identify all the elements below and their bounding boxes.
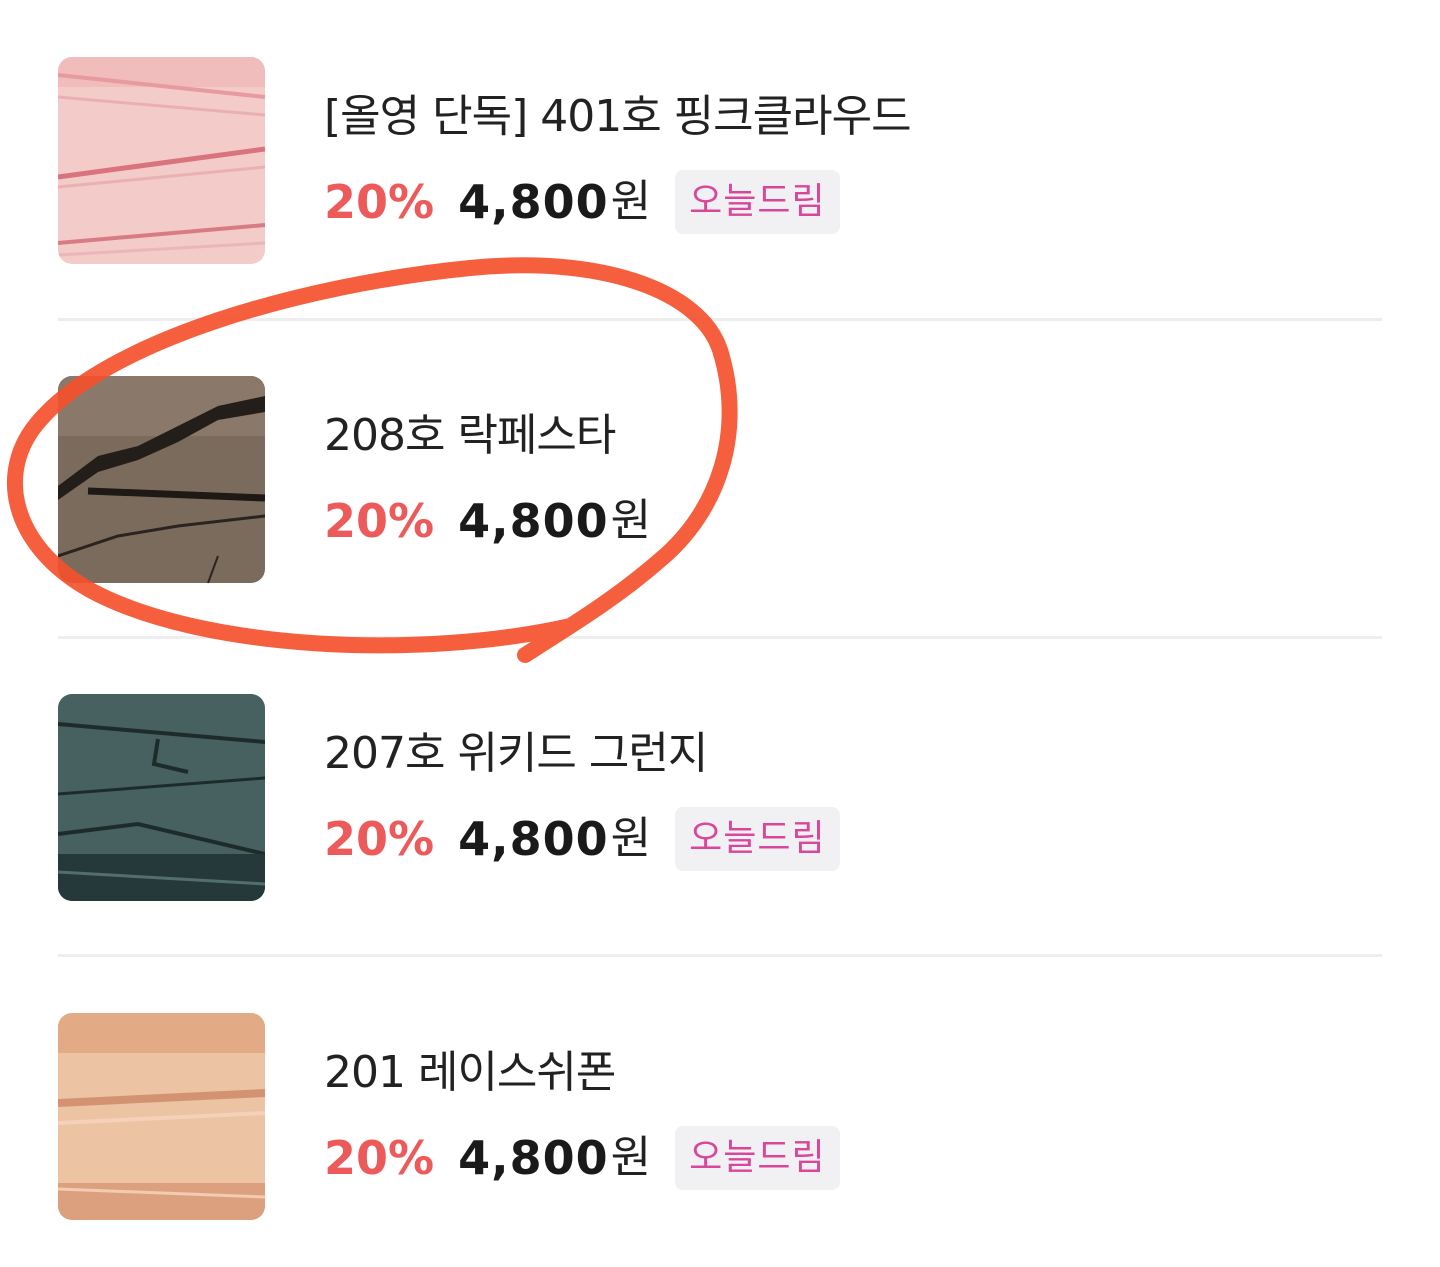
today-delivery-badge: 오늘드림: [675, 170, 840, 234]
divider: [58, 636, 1382, 639]
currency-unit: 원: [610, 176, 652, 227]
swatch-image: [58, 694, 265, 901]
swatch-image: [58, 376, 265, 583]
currency-unit: 원: [610, 495, 652, 546]
product-name[interactable]: 207호 위키드 그런지: [324, 724, 708, 784]
swatch-image: [58, 1013, 265, 1220]
currency-unit: 원: [610, 1132, 652, 1183]
discount-rate: 20%: [324, 494, 435, 548]
sale-price: 4,800: [458, 494, 609, 548]
sale-price: 4,800: [458, 1131, 609, 1185]
discount-rate: 20%: [324, 175, 435, 229]
list-item[interactable]: 207호 위키드 그런지 20% 4,800 원 오늘드림: [58, 694, 1382, 902]
product-thumbnail[interactable]: [58, 376, 265, 583]
divider: [58, 318, 1382, 321]
price-row: 20% 4,800 원 오늘드림: [324, 1125, 840, 1191]
today-delivery-badge: 오늘드림: [675, 1126, 840, 1190]
list-item[interactable]: [올영 단독] 401호 핑크클라우드 20% 4,800 원 오늘드림: [58, 57, 1382, 265]
product-list: [올영 단독] 401호 핑크클라우드 20% 4,800 원 오늘드림 208…: [0, 0, 1440, 1267]
product-thumbnail[interactable]: [58, 57, 265, 264]
product-name[interactable]: 208호 락페스타: [324, 406, 616, 466]
product-name[interactable]: [올영 단독] 401호 핑크클라우드: [324, 87, 912, 147]
list-item[interactable]: 201 레이스쉬폰 20% 4,800 원 오늘드림: [58, 1013, 1382, 1221]
sale-price: 4,800: [458, 175, 609, 229]
product-thumbnail[interactable]: [58, 1013, 265, 1220]
currency-unit: 원: [610, 813, 652, 864]
list-item[interactable]: 208호 락페스타 20% 4,800 원: [58, 376, 1382, 584]
product-name[interactable]: 201 레이스쉬폰: [324, 1043, 616, 1103]
divider: [58, 954, 1382, 957]
swatch-image: [58, 57, 265, 264]
product-thumbnail[interactable]: [58, 694, 265, 901]
price-row: 20% 4,800 원 오늘드림: [324, 169, 840, 235]
today-delivery-badge: 오늘드림: [675, 807, 840, 871]
price-row: 20% 4,800 원 오늘드림: [324, 806, 840, 872]
price-row: 20% 4,800 원: [324, 488, 651, 554]
sale-price: 4,800: [458, 812, 609, 866]
discount-rate: 20%: [324, 1131, 435, 1185]
discount-rate: 20%: [324, 812, 435, 866]
